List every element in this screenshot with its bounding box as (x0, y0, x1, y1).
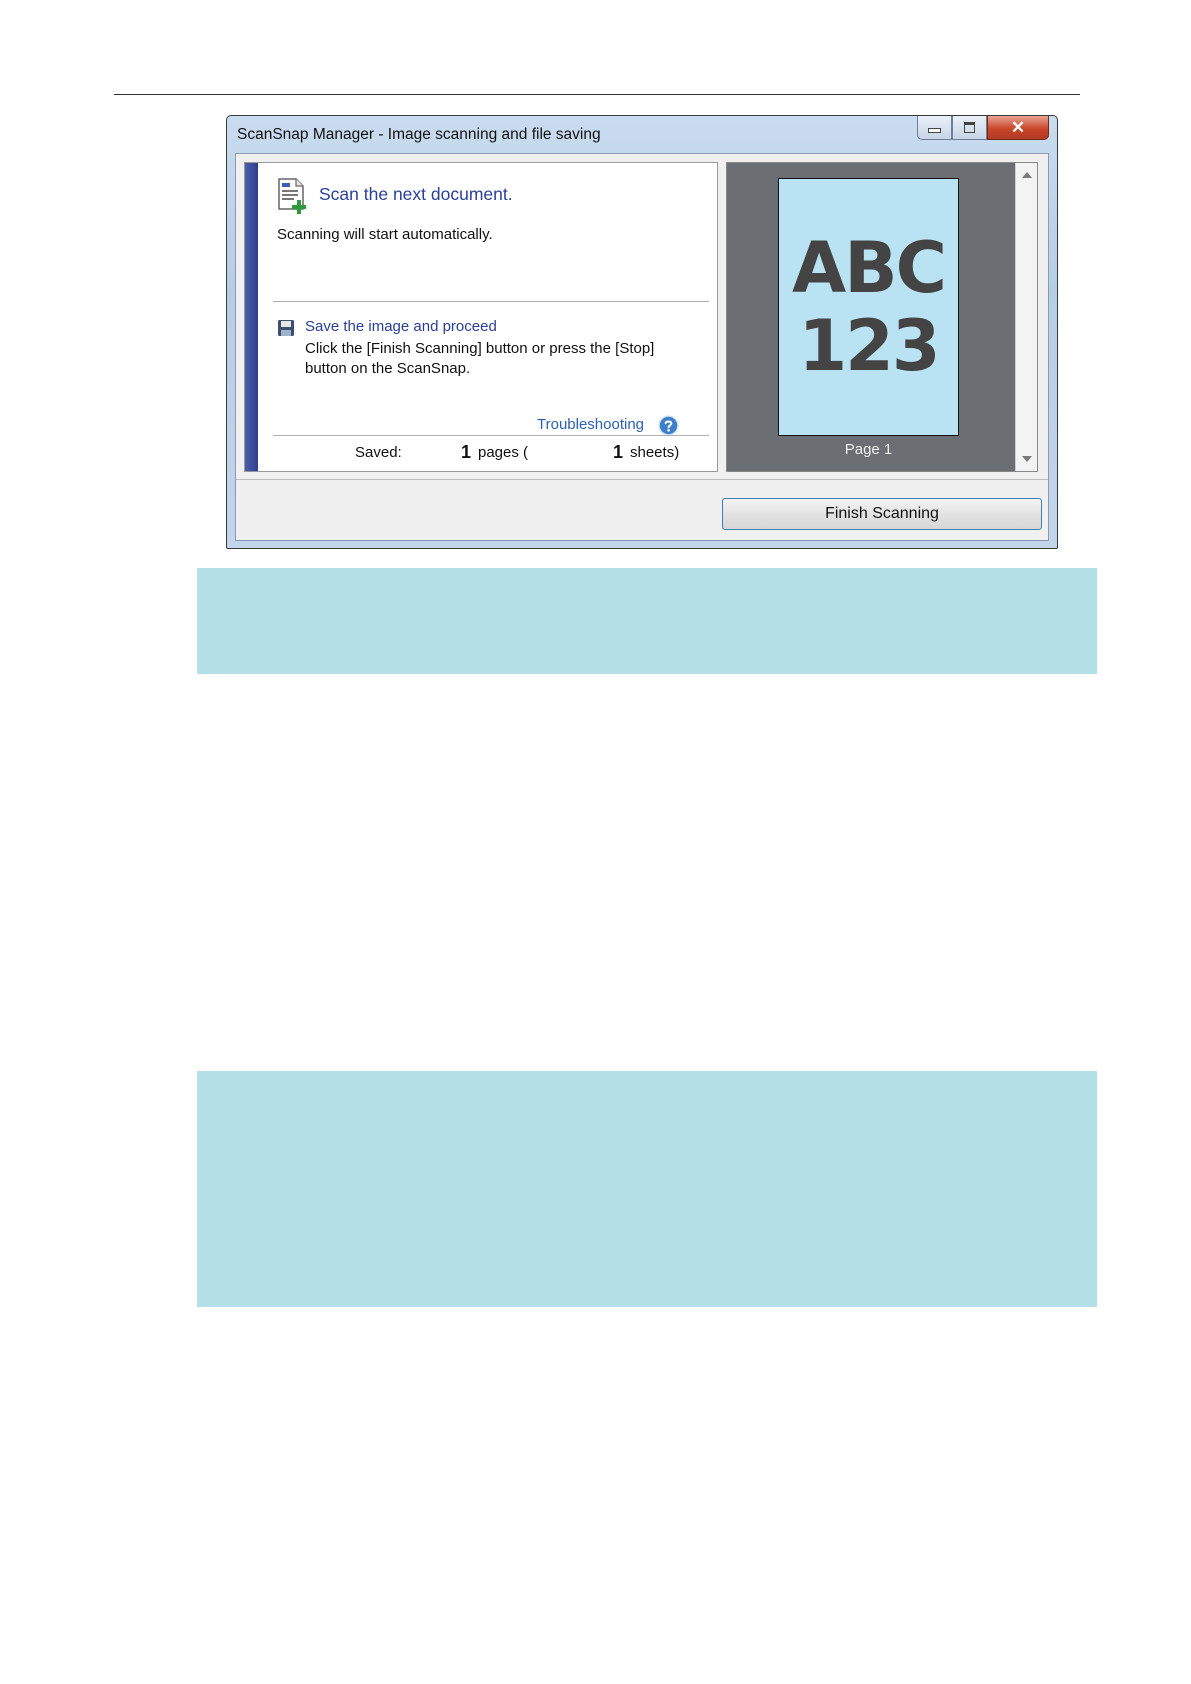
troubleshooting-link[interactable]: Troubleshooting (537, 416, 644, 433)
close-icon: ✕ (1010, 117, 1026, 137)
scan-next-document-icon (278, 178, 306, 214)
saved-pages-count: 1 (461, 442, 472, 462)
highlight-band-1 (197, 568, 1097, 674)
window-title: ScanSnap Manager - Image scanning and fi… (237, 126, 601, 143)
save-instructions-line1: Click the [Finish Scanning] button or pr… (305, 340, 655, 357)
dialog-client-area: Scan the next document. Scanning will st… (235, 153, 1049, 541)
scan-preview-pane[interactable]: ABC 123 Page 1 (726, 162, 1038, 472)
scan-status-panel: Scan the next document. Scanning will st… (244, 162, 718, 472)
scroll-up-icon[interactable] (1022, 172, 1032, 178)
finish-scanning-button[interactable]: Finish Scanning (722, 498, 1042, 530)
preview-scrollbar[interactable] (1015, 163, 1037, 471)
saved-sheets-count: 1 (613, 442, 624, 462)
page-thumbnail[interactable]: ABC 123 (778, 178, 959, 436)
minimize-icon (928, 128, 941, 133)
auto-start-text: Scanning will start automatically. (277, 226, 493, 243)
scan-next-heading: Scan the next document. (319, 184, 513, 204)
thumbnail-text-line1: ABC (792, 227, 947, 309)
minimize-button[interactable] (917, 116, 952, 140)
help-icon[interactable] (658, 415, 679, 436)
scansnap-window: ScanSnap Manager - Image scanning and fi… (226, 115, 1058, 549)
saved-label: Saved: (355, 444, 402, 461)
saved-sheets-text: sheets) (630, 444, 680, 461)
highlight-band-2 (197, 1071, 1097, 1307)
save-instructions-line2: button on the ScanSnap. (305, 360, 471, 377)
page-label: Page 1 (844, 441, 893, 458)
saved-pages-text: pages ( (478, 444, 529, 461)
section-divider (273, 301, 709, 302)
saved-divider (273, 435, 709, 436)
maximize-button[interactable] (952, 116, 987, 140)
panel-accent-bar (245, 163, 258, 471)
window-controls: ✕ (917, 116, 1049, 142)
footer-divider (236, 479, 1048, 480)
top-rule (114, 94, 1080, 95)
save-and-proceed-link[interactable]: Save the image and proceed (305, 318, 497, 335)
thumbnail-text-line2: 123 (798, 305, 940, 387)
save-disk-icon (278, 320, 294, 336)
maximize-icon (964, 122, 975, 133)
save-instructions: Click the [Finish Scanning] button or pr… (305, 339, 705, 379)
title-bar[interactable]: ScanSnap Manager - Image scanning and fi… (227, 116, 1057, 154)
close-button[interactable]: ✕ (987, 116, 1049, 140)
scroll-down-icon[interactable] (1022, 456, 1032, 462)
